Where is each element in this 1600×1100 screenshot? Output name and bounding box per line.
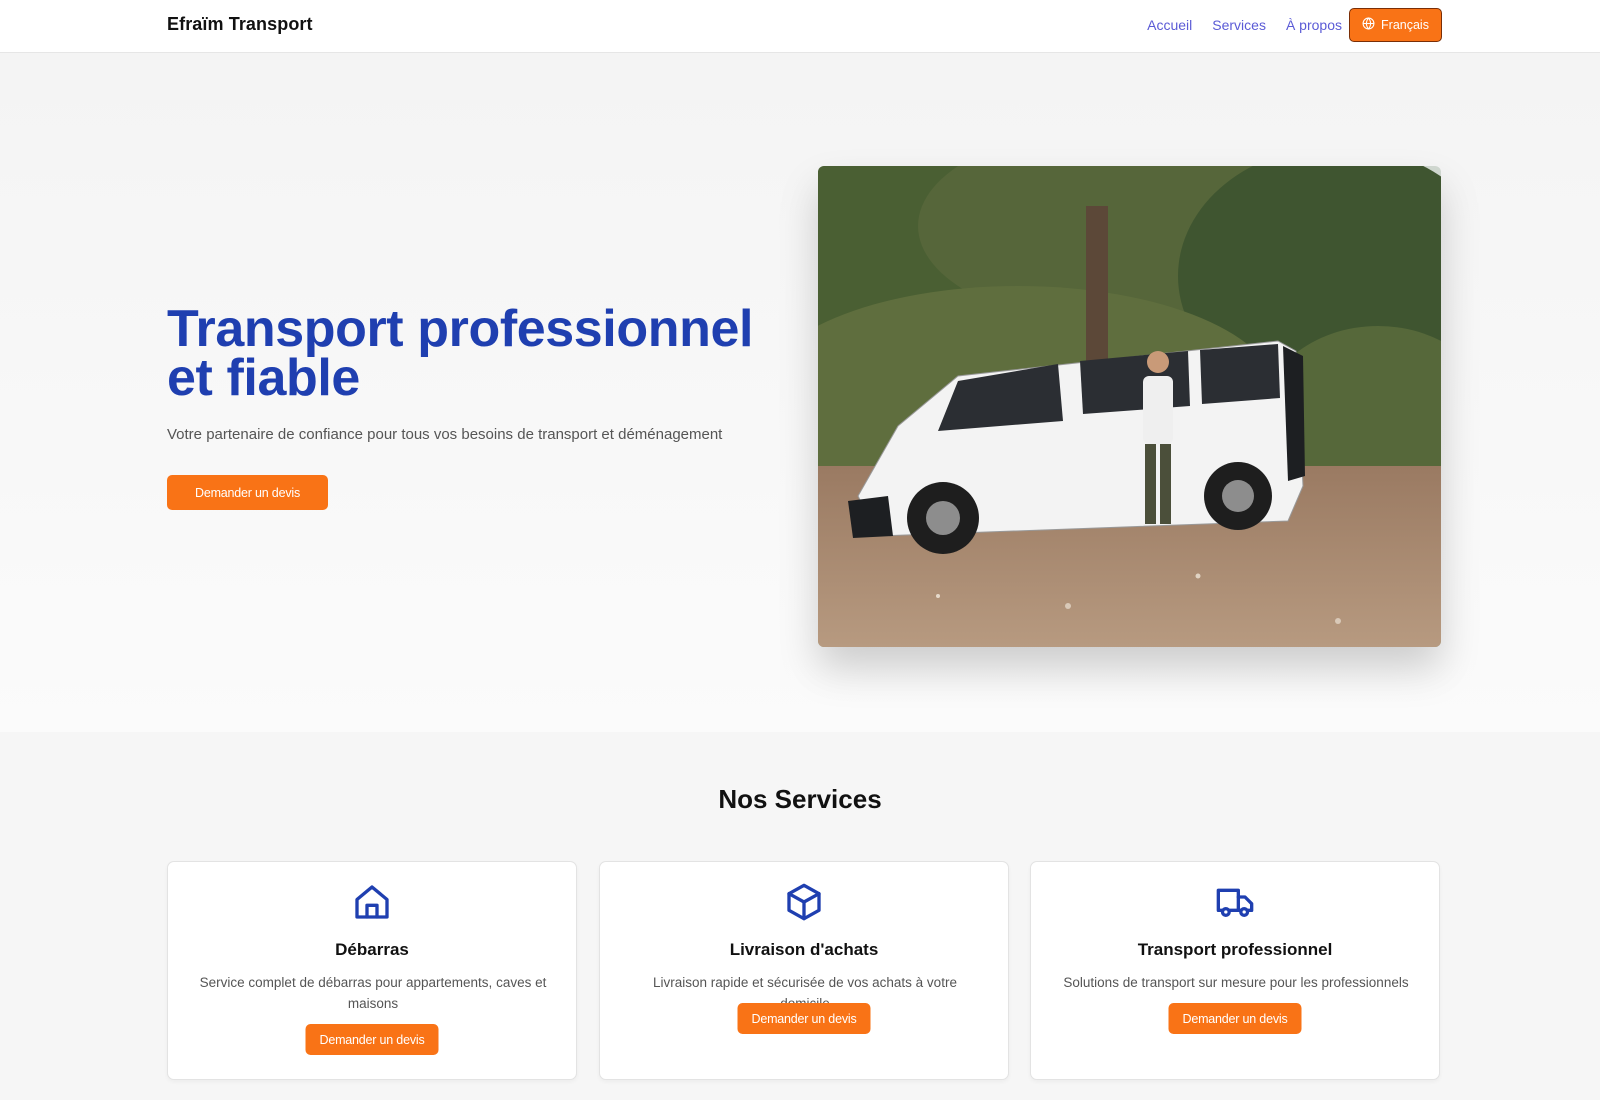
service-quote-button[interactable]: Demander un devis [737, 1003, 871, 1034]
hero-title: Transport professionnel et fiable [167, 300, 754, 407]
services-section: Nos Services Débarras Service complet de… [0, 732, 1600, 1100]
box-icon [784, 882, 824, 922]
service-title: Livraison d'achats [729, 940, 879, 959]
service-quote-button[interactable]: Demander un devis [305, 1024, 439, 1055]
service-card-debarras: Débarras Service complet de débarras pou… [167, 861, 577, 1080]
service-description: Service complet de débarras pour apparte… [199, 975, 547, 1011]
service-quote-button[interactable]: Demander un devis [1168, 1003, 1302, 1034]
service-title: Débarras [335, 940, 409, 959]
language-selector-button[interactable]: Français [1349, 8, 1442, 42]
service-title: Transport professionnel [1137, 940, 1333, 959]
house-icon [352, 882, 392, 922]
hero-subtitle: Votre partenaire de confiance pour tous … [167, 426, 723, 443]
service-card-transport-pro: Transport professionnel Solutions de tra… [1030, 861, 1440, 1080]
service-description: Solutions de transport sur mesure pour l… [1063, 975, 1409, 990]
language-label: Français [1381, 18, 1429, 32]
nav-link-accueil[interactable]: Accueil [1147, 17, 1192, 33]
truck-icon [1215, 882, 1255, 922]
brand-logo-text[interactable]: Efraïm Transport [167, 14, 313, 35]
site-header: Efraïm Transport Accueil Services À prop… [0, 0, 1600, 53]
nav-link-a-propos[interactable]: À propos [1286, 17, 1342, 33]
hero-van-photo [818, 166, 1441, 647]
hero-section: Transport professionnel et fiable Votre … [0, 53, 1600, 732]
main-nav: Accueil Services À propos [1147, 17, 1342, 33]
hero-quote-button[interactable]: Demander un devis [167, 475, 328, 510]
services-title: Nos Services [718, 784, 882, 814]
service-card-livraison: Livraison d'achats Livraison rapide et s… [599, 861, 1009, 1080]
globe-icon [1362, 17, 1375, 33]
nav-link-services[interactable]: Services [1212, 17, 1266, 33]
